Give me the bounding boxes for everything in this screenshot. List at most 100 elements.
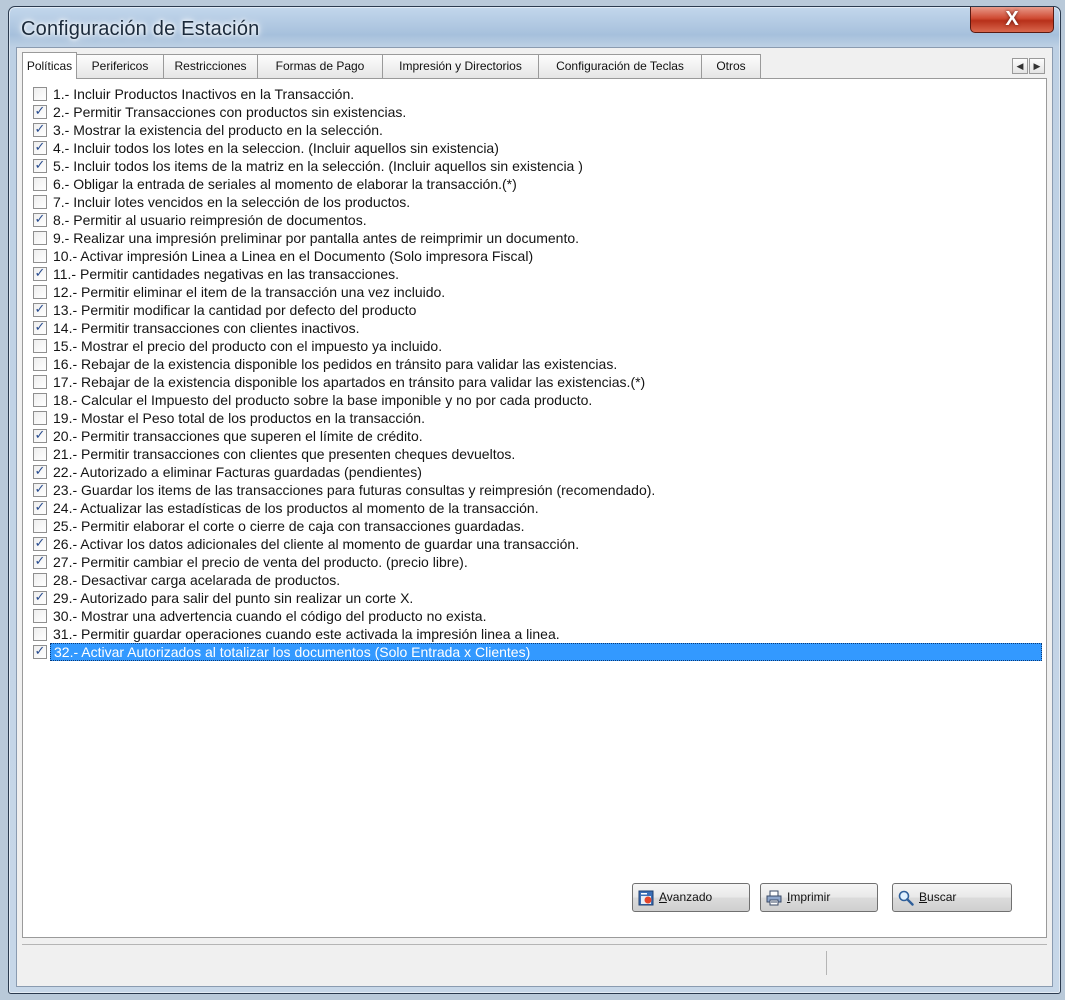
- tab-scroll-left-icon[interactable]: ◀: [1012, 58, 1028, 74]
- policy-item-1[interactable]: ✓ 1.- Incluir Productos Inactivos en la T…: [33, 85, 1042, 103]
- policy-label-15: 15.- Mostrar el precio del producto con …: [53, 338, 443, 354]
- policy-item-20[interactable]: ✓ 20.- Permitir transacciones que superen…: [33, 427, 1042, 445]
- policy-checkbox-32[interactable]: ✓: [33, 643, 47, 659]
- policy-item-4[interactable]: ✓ 4.- Incluir todos los lotes en la selec…: [33, 139, 1042, 157]
- checkmark-icon: ✓: [34, 319, 46, 334]
- policy-item-28[interactable]: ✓ 28.- Desactivar carga acelarada de prod…: [33, 571, 1042, 589]
- client-area: Políticas Perifericos Restricciones Form…: [16, 47, 1053, 987]
- policy-label-22: 22.- Autorizado a eliminar Facturas guar…: [53, 464, 422, 480]
- policy-checkbox-12[interactable]: ✓: [33, 285, 47, 299]
- tab-configuracion-de-teclas[interactable]: Configuración de Teclas: [538, 54, 702, 78]
- policy-checkbox-5[interactable]: ✓: [33, 157, 47, 173]
- policy-checkbox-3[interactable]: ✓: [33, 121, 47, 137]
- policy-item-8[interactable]: ✓ 8.- Permitir al usuario reimpresión de …: [33, 211, 1042, 229]
- policy-item-31[interactable]: ✓ 31.- Permitir guardar operaciones cuand…: [33, 625, 1042, 643]
- policy-item-7[interactable]: ✓ 7.- Incluir lotes vencidos en la selecc…: [33, 193, 1042, 211]
- policy-checkbox-2[interactable]: ✓: [33, 103, 47, 119]
- policy-item-32[interactable]: ✓ 32.- Activar Autorizados al totalizar l…: [33, 643, 1042, 661]
- policy-label-26: 26.- Activar los datos adicionales del c…: [53, 536, 580, 552]
- policy-checkbox-19[interactable]: ✓: [33, 411, 47, 425]
- policy-item-13[interactable]: ✓ 13.- Permitir modificar la cantidad por…: [33, 301, 1042, 319]
- policy-checkbox-1[interactable]: ✓: [33, 87, 47, 101]
- policy-checkbox-8[interactable]: ✓: [33, 211, 47, 227]
- policy-label-10: 10.- Activar impresión Linea a Linea en …: [53, 248, 534, 264]
- policy-checkbox-23[interactable]: ✓: [33, 481, 47, 497]
- checkmark-icon: ✓: [34, 427, 46, 442]
- policy-item-14[interactable]: ✓ 14.- Permitir transacciones con cliente…: [33, 319, 1042, 337]
- checkmark-icon: ✓: [34, 499, 46, 514]
- policy-item-5[interactable]: ✓ 5.- Incluir todos los items de la matri…: [33, 157, 1042, 175]
- policy-checkbox-30[interactable]: ✓: [33, 609, 47, 623]
- policy-label-1: 1.- Incluir Productos Inactivos en la Tr…: [53, 86, 355, 102]
- tab-otros[interactable]: Otros: [701, 54, 761, 78]
- policy-checkbox-28[interactable]: ✓: [33, 573, 47, 587]
- policy-item-3[interactable]: ✓ 3.- Mostrar la existencia del producto …: [33, 121, 1042, 139]
- imprimir-button[interactable]: Imprimir: [760, 883, 878, 912]
- policy-item-16[interactable]: ✓ 16.- Rebajar de la existencia disponibl…: [33, 355, 1042, 373]
- policy-checkbox-4[interactable]: ✓: [33, 139, 47, 155]
- policy-item-17[interactable]: ✓ 17.- Rebajar de la existencia disponibl…: [33, 373, 1042, 391]
- policy-label-14: 14.- Permitir transacciones con clientes…: [53, 320, 360, 336]
- policy-checkbox-22[interactable]: ✓: [33, 463, 47, 479]
- policy-item-25[interactable]: ✓ 25.- Permitir elaborar el corte o cierr…: [33, 517, 1042, 535]
- policy-item-15[interactable]: ✓ 15.- Mostrar el precio del producto con…: [33, 337, 1042, 355]
- policy-item-21[interactable]: ✓ 21.- Permitir transacciones con cliente…: [33, 445, 1042, 463]
- policy-item-10[interactable]: ✓ 10.- Activar impresión Linea a Linea en…: [33, 247, 1042, 265]
- policy-checkbox-18[interactable]: ✓: [33, 393, 47, 407]
- checkmark-icon: ✓: [34, 265, 46, 280]
- avanzado-mnemonic: A: [659, 890, 667, 904]
- policy-item-27[interactable]: ✓ 27.- Permitir cambiar el precio de vent…: [33, 553, 1042, 571]
- checkmark-icon: ✓: [34, 553, 46, 568]
- policy-item-30[interactable]: ✓ 30.- Mostrar una advertencia cuando el …: [33, 607, 1042, 625]
- avanzado-label: vanzado: [666, 890, 713, 904]
- policy-item-22[interactable]: ✓ 22.- Autorizado a eliminar Facturas gua…: [33, 463, 1042, 481]
- window-title: Configuración de Estación: [21, 18, 260, 40]
- policy-checkbox-29[interactable]: ✓: [33, 589, 47, 605]
- policy-item-23[interactable]: ✓ 23.- Guardar los items de las transacci…: [33, 481, 1042, 499]
- policy-item-9[interactable]: ✓ 9.- Realizar una impresión preliminar p…: [33, 229, 1042, 247]
- policy-item-2[interactable]: ✓ 2.- Permitir Transacciones con producto…: [33, 103, 1042, 121]
- policy-checkbox-13[interactable]: ✓: [33, 301, 47, 317]
- policy-label-9: 9.- Realizar una impresión preliminar po…: [53, 230, 580, 246]
- policy-checkbox-16[interactable]: ✓: [33, 357, 47, 371]
- policy-checkbox-25[interactable]: ✓: [33, 519, 47, 533]
- policy-checkbox-15[interactable]: ✓: [33, 339, 47, 353]
- avanzado-button[interactable]: Avanzado: [632, 883, 750, 912]
- tab-perifericos[interactable]: Perifericos: [76, 54, 164, 78]
- policy-label-11: 11.- Permitir cantidades negativas en la…: [53, 266, 400, 282]
- tab-restricciones[interactable]: Restricciones: [163, 54, 258, 78]
- policy-item-18[interactable]: ✓ 18.- Calcular el Impuesto del producto …: [33, 391, 1042, 409]
- title-bar[interactable]: Configuración de Estación X: [9, 7, 1060, 47]
- checkmark-icon: ✓: [34, 643, 46, 658]
- policy-checkbox-21[interactable]: ✓: [33, 447, 47, 461]
- policy-checkbox-7[interactable]: ✓: [33, 195, 47, 209]
- policy-item-6[interactable]: ✓ 6.- Obligar la entrada de seriales al m…: [33, 175, 1042, 193]
- policy-item-19[interactable]: ✓ 19.- Mostar el Peso total de los produc…: [33, 409, 1042, 427]
- tab-impresion-y-directorios[interactable]: Impresión y Directorios: [382, 54, 539, 78]
- policy-checkbox-20[interactable]: ✓: [33, 427, 47, 443]
- policy-checkbox-9[interactable]: ✓: [33, 231, 47, 245]
- policy-checkbox-17[interactable]: ✓: [33, 375, 47, 389]
- policy-item-12[interactable]: ✓ 12.- Permitir eliminar el item de la tr…: [33, 283, 1042, 301]
- policy-checkbox-11[interactable]: ✓: [33, 265, 47, 281]
- policy-item-11[interactable]: ✓ 11.- Permitir cantidades negativas en l…: [33, 265, 1042, 283]
- tab-formas-de-pago[interactable]: Formas de Pago: [257, 54, 383, 78]
- checkmark-icon: ✓: [34, 157, 46, 172]
- policy-item-29[interactable]: ✓ 29.- Autorizado para salir del punto si…: [33, 589, 1042, 607]
- tab-scroll-right-icon[interactable]: ▶: [1029, 58, 1045, 74]
- policy-label-7: 7.- Incluir lotes vencidos en la selecci…: [53, 194, 411, 210]
- search-icon: [898, 890, 914, 906]
- close-button[interactable]: X: [970, 7, 1054, 33]
- tab-politicas[interactable]: Políticas: [22, 52, 77, 79]
- tab-panel-politicas: ✓ 1.- Incluir Productos Inactivos en la T…: [22, 78, 1047, 938]
- policy-checkbox-6[interactable]: ✓: [33, 177, 47, 191]
- policy-item-24[interactable]: ✓ 24.- Actualizar las estadísticas de los…: [33, 499, 1042, 517]
- policy-checkbox-10[interactable]: ✓: [33, 249, 47, 263]
- policy-checkbox-26[interactable]: ✓: [33, 535, 47, 551]
- policy-checkbox-27[interactable]: ✓: [33, 553, 47, 569]
- policy-checkbox-14[interactable]: ✓: [33, 319, 47, 335]
- buscar-button[interactable]: Buscar: [892, 883, 1012, 912]
- policy-item-26[interactable]: ✓ 26.- Activar los datos adicionales del …: [33, 535, 1042, 553]
- policy-checkbox-31[interactable]: ✓: [33, 627, 47, 641]
- policy-checkbox-24[interactable]: ✓: [33, 499, 47, 515]
